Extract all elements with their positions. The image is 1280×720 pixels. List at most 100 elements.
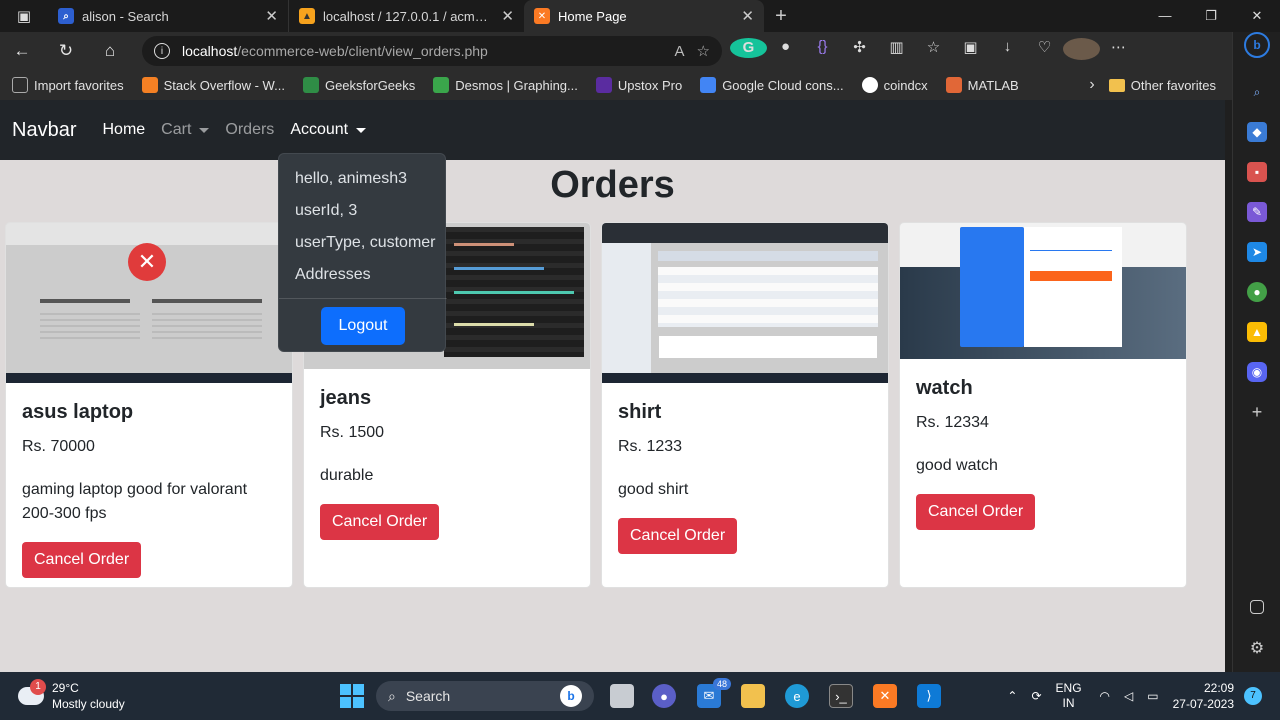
notification-badge[interactable]: 7 — [1244, 687, 1262, 705]
shopping-tag-icon[interactable]: ◆ — [1247, 122, 1267, 142]
refresh-icon[interactable]: ↻ — [44, 41, 88, 61]
edge-sidebar: b ⌕ ◆ ▪ ✎ ➤ ● ▲ ◉ + ⚙ — [1232, 32, 1280, 672]
tab-title: localhost / 127.0.0.1 / acme / products — [323, 8, 493, 24]
sync-icon[interactable]: ⟳ — [1031, 689, 1041, 703]
edge-icon[interactable]: e — [785, 684, 809, 708]
lang-top: ENG — [1055, 681, 1082, 695]
maximize-icon[interactable]: ❐ — [1188, 0, 1234, 32]
navbar-brand[interactable]: Navbar — [12, 119, 76, 142]
nav-account-label: Account — [290, 121, 349, 138]
favorite-desmos[interactable]: Desmos | Graphing... — [433, 77, 578, 93]
product-price: Rs. 1233 — [618, 438, 683, 455]
nav-home[interactable]: Home — [102, 121, 145, 139]
favorite-google-cloud[interactable]: Google Cloud cons... — [700, 77, 844, 93]
tools-icon[interactable]: ▪ — [1247, 162, 1267, 182]
cancel-order-button[interactable]: Cancel Order — [320, 504, 440, 540]
logout-button[interactable]: Logout — [321, 307, 405, 345]
discord-icon[interactable]: ◉ — [1247, 362, 1267, 382]
more-menu-icon[interactable]: ⋯ — [1100, 38, 1137, 64]
add-icon[interactable]: + — [1247, 402, 1267, 422]
file-explorer-icon[interactable] — [741, 684, 765, 708]
weather-widget[interactable]: 1 29°C Mostly cloudy — [18, 679, 125, 712]
url-host: localhost — [182, 43, 238, 59]
nav-orders[interactable]: Orders — [225, 121, 274, 139]
profile-avatar[interactable] — [1063, 38, 1100, 64]
nav-account[interactable]: Account — [290, 121, 367, 139]
folder-icon — [1108, 78, 1125, 92]
close-window-icon[interactable]: ✕ — [1234, 0, 1280, 32]
cancel-order-button[interactable]: Cancel Order — [916, 494, 1036, 530]
tab-phpmyadmin[interactable]: ▲ localhost / 127.0.0.1 / acme / product… — [288, 0, 524, 32]
extensions-icon[interactable]: ✣ — [841, 38, 878, 64]
browser-tab-bar: ▣ ⌕ alison - Search ✕ ▲ localhost / 127.… — [0, 0, 1280, 32]
games-icon[interactable]: ● — [1247, 282, 1267, 302]
clock[interactable]: 22:09 27-07-2023 — [1173, 680, 1234, 712]
favorite-matlab[interactable]: MATLAB — [945, 77, 1019, 93]
designer-icon[interactable]: ✎ — [1247, 202, 1267, 222]
mail-icon[interactable]: ✉ 48 — [697, 678, 732, 708]
xampp-icon[interactable]: ✕ — [873, 684, 897, 708]
battery-icon[interactable]: ▭ — [1147, 689, 1158, 703]
search-icon[interactable]: ⌕ — [1247, 82, 1267, 102]
dropdown-item-greeting[interactable]: hello, animesh3 — [295, 170, 407, 188]
downloads-icon[interactable]: ↓ — [989, 38, 1026, 64]
favorite-upstox[interactable]: Upstox Pro — [595, 77, 682, 93]
close-icon[interactable]: ✕ — [501, 7, 514, 25]
minimize-icon[interactable]: — — [1142, 0, 1188, 32]
caret-down-icon — [356, 127, 367, 133]
home-icon[interactable]: ⌂ — [88, 41, 132, 61]
favorite-geeksforgeeks[interactable]: GeeksforGeeks — [302, 77, 415, 93]
chevron-up-icon[interactable]: ⌃ — [1007, 689, 1017, 703]
new-tab-button[interactable]: + — [764, 5, 798, 28]
language-indicator[interactable]: ENG IN — [1056, 681, 1082, 711]
product-description: good watch — [916, 457, 998, 474]
chevron-right-icon[interactable]: › — [1089, 76, 1094, 94]
favorite-import[interactable]: Import favorites — [12, 77, 124, 93]
task-view-icon[interactable] — [610, 684, 634, 708]
cloud-icon: 1 — [18, 679, 46, 705]
cancel-order-button[interactable]: Cancel Order — [618, 518, 738, 554]
back-icon[interactable]: ← — [0, 41, 44, 61]
grammarly-icon[interactable]: G — [730, 38, 767, 64]
cancel-order-button[interactable]: Cancel Order — [22, 542, 142, 578]
extension-search-icon[interactable]: ● — [767, 38, 804, 64]
bing-chat-icon[interactable]: b — [1244, 32, 1270, 58]
wifi-icon[interactable]: ◠ — [1100, 689, 1110, 703]
info-icon[interactable]: i — [154, 43, 170, 59]
vscode-icon[interactable]: ⟩ — [917, 684, 941, 708]
terminal-icon[interactable]: ›_ — [829, 684, 853, 708]
sidebar-toggle-icon[interactable] — [1250, 600, 1264, 614]
devtools-extension-icon[interactable]: {} — [804, 38, 841, 64]
dropdown-item-usertype[interactable]: userType, customer — [295, 234, 436, 252]
favorite-coindcx[interactable]: coindcx — [861, 77, 928, 93]
settings-icon[interactable]: ⚙ — [1247, 638, 1267, 658]
windows-start-icon[interactable] — [340, 684, 364, 708]
favorite-stackoverflow[interactable]: Stack Overflow - W... — [141, 77, 285, 93]
send-icon[interactable]: ➤ — [1247, 242, 1267, 262]
favorites-icon[interactable]: ☆ — [915, 38, 952, 64]
other-favorites[interactable]: Other favorites — [1108, 78, 1216, 93]
favorite-label: Google Cloud cons... — [722, 77, 844, 93]
taskbar-search[interactable]: ⌕ Search b — [376, 681, 594, 711]
tab-home-page[interactable]: ✕ Home Page ✕ — [524, 0, 764, 32]
nav-cart[interactable]: Cart — [161, 121, 210, 139]
collections-icon[interactable]: ▣ — [952, 38, 989, 64]
dropdown-item-userid[interactable]: userId, 3 — [295, 202, 357, 220]
product-image — [900, 223, 1186, 359]
close-icon[interactable]: ✕ — [741, 7, 754, 25]
teams-chat-icon[interactable]: ● — [652, 684, 676, 708]
weather-condition: Mostly cloudy — [52, 697, 125, 711]
search-icon: ⌕ — [388, 687, 396, 704]
address-bar[interactable]: i localhost/ecommerce-web/client/view_or… — [142, 36, 722, 66]
read-aloud-icon[interactable]: A — [675, 43, 685, 60]
tab-search[interactable]: ⌕ alison - Search ✕ — [48, 0, 288, 32]
favorite-star-icon[interactable]: ☆ — [697, 42, 710, 60]
performance-icon[interactable]: ♡ — [1026, 38, 1063, 64]
import-icon — [12, 77, 28, 93]
google-drive-icon[interactable]: ▲ — [1247, 322, 1267, 342]
workspaces-icon[interactable]: ▣ — [0, 0, 48, 32]
dropdown-item-addresses[interactable]: Addresses — [295, 266, 371, 284]
volume-icon[interactable]: ◁ — [1124, 689, 1133, 703]
split-screen-icon[interactable]: ▥ — [878, 38, 915, 64]
close-icon[interactable]: ✕ — [265, 7, 278, 25]
